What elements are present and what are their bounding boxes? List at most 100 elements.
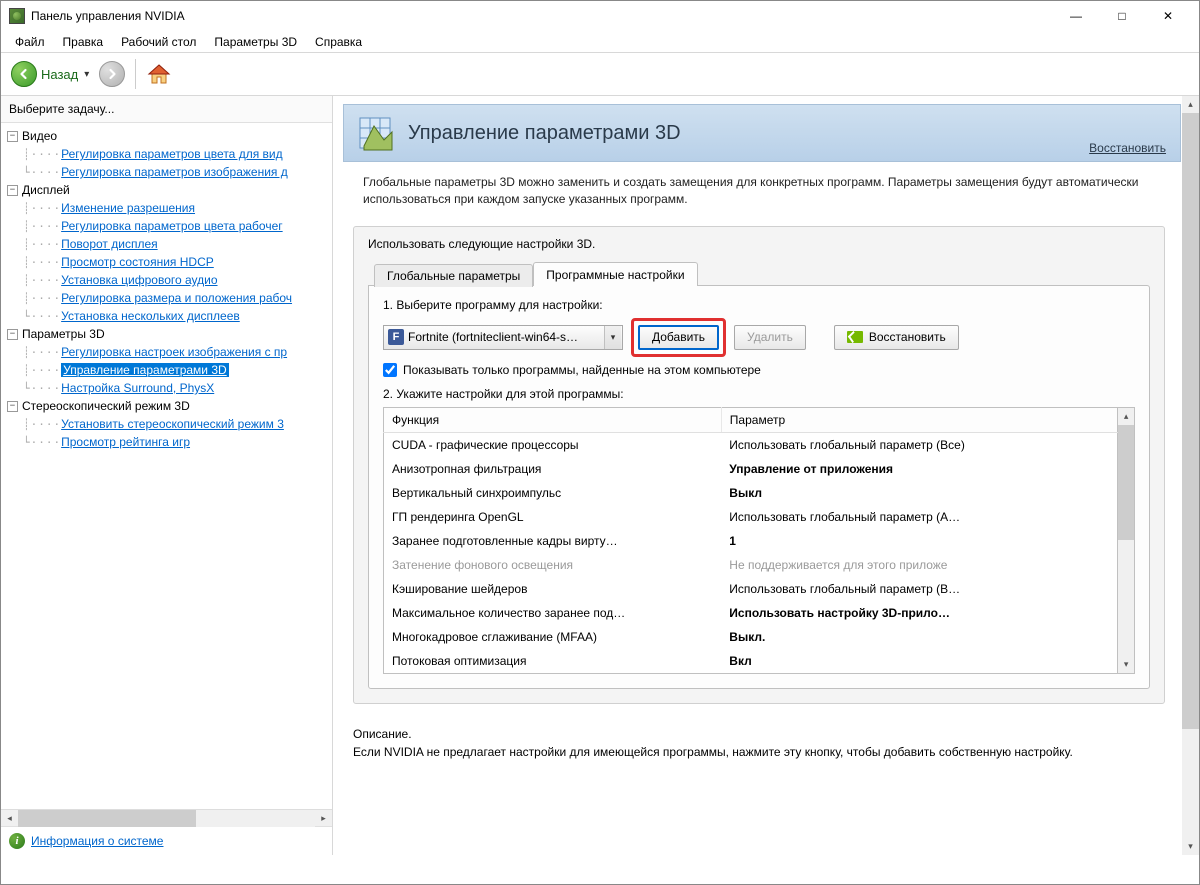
tree-toggle-icon[interactable]: −: [7, 131, 18, 142]
table-row[interactable]: Вертикальный синхроимпульсВыкл: [384, 481, 1118, 505]
scroll-left-icon[interactable]: ◂: [1, 810, 18, 827]
tree-item-sizepos[interactable]: Регулировка размера и положения рабоч: [61, 291, 292, 305]
tree-item-desktop-color[interactable]: Регулировка параметров цвета рабочег: [61, 219, 283, 233]
back-label: Назад: [41, 67, 78, 82]
menu-file[interactable]: Файл: [7, 33, 53, 51]
table-row[interactable]: CUDA - графические процессорыИспользоват…: [384, 432, 1118, 457]
scroll-up-icon[interactable]: ▴: [1182, 96, 1199, 113]
navigation-tree: −Видео ┊····Регулировка параметров цвета…: [1, 123, 332, 809]
tree-item-stereo-set[interactable]: Установить стереоскопический режим 3: [61, 417, 284, 431]
col-parameter[interactable]: Параметр: [721, 407, 1118, 432]
tree-item-image-settings[interactable]: Регулировка настроек изображения с пр: [61, 345, 287, 359]
setting-function: Вертикальный синхроимпульс: [384, 481, 722, 505]
menu-help[interactable]: Справка: [307, 33, 370, 51]
scroll-thumb[interactable]: [18, 810, 196, 827]
info-icon: i: [9, 833, 25, 849]
nvidia-app-icon: [9, 8, 25, 24]
content-header: Управление параметрами 3D Восстановить: [343, 104, 1181, 162]
tab-global[interactable]: Глобальные параметры: [374, 264, 533, 287]
table-vertical-scrollbar[interactable]: ▴ ▾: [1118, 407, 1135, 674]
setting-function: Потоковая оптимизация: [384, 649, 722, 674]
table-row[interactable]: Кэширование шейдеровИспользовать глобаль…: [384, 577, 1118, 601]
description-body: Если NVIDIA не предлагает настройки для …: [353, 744, 1165, 761]
setting-function: Заранее подготовленные кадры вирту…: [384, 529, 722, 553]
chevron-down-icon: ▾: [604, 326, 621, 349]
scroll-thumb[interactable]: [1118, 425, 1134, 541]
tree-group-video[interactable]: Видео: [22, 129, 57, 143]
right-vertical-scrollbar[interactable]: ▴ ▾: [1182, 96, 1199, 855]
menu-edit[interactable]: Правка: [55, 33, 112, 51]
system-info-link[interactable]: Информация о системе: [31, 834, 163, 848]
tree-item-multi-display[interactable]: Установка нескольких дисплеев: [61, 309, 240, 323]
tree-item-resolution[interactable]: Изменение разрешения: [61, 201, 195, 215]
page-title: Управление параметрами 3D: [408, 122, 1089, 145]
setting-parameter: Использовать глобальный параметр (Все): [721, 432, 1118, 457]
home-button[interactable]: [146, 61, 172, 87]
minimize-button[interactable]: —: [1053, 1, 1099, 31]
step1-label: 1. Выберите программу для настройки:: [383, 298, 1135, 312]
setting-parameter: Управление от приложения: [721, 457, 1118, 481]
description-section: Описание. Если NVIDIA не предлагает наст…: [333, 714, 1187, 772]
tab-program[interactable]: Программные настройки: [533, 262, 697, 286]
tree-item-video-image[interactable]: Регулировка параметров изображения д: [61, 165, 288, 179]
table-row[interactable]: Анизотропная фильтрацияУправление от при…: [384, 457, 1118, 481]
left-panel: Выберите задачу... −Видео ┊····Регулиров…: [1, 96, 333, 855]
settings-panel: Использовать следующие настройки 3D. Гло…: [353, 226, 1165, 704]
tree-item-physx[interactable]: Настройка Surround, PhysX: [61, 381, 214, 395]
tree-item-rotate[interactable]: Поворот дисплея: [61, 237, 158, 251]
tree-group-display[interactable]: Дисплей: [22, 183, 70, 197]
col-function[interactable]: Функция: [384, 407, 722, 432]
tree-group-3d[interactable]: Параметры 3D: [22, 327, 105, 341]
add-button-highlight: Добавить: [631, 318, 726, 357]
scroll-down-icon[interactable]: ▾: [1182, 838, 1199, 855]
tree-item-audio[interactable]: Установка цифрового аудио: [61, 273, 217, 287]
setting-function: Максимальное количество заранее под…: [384, 601, 722, 625]
fortnite-icon: F: [388, 329, 404, 345]
settings-panel-title: Использовать следующие настройки 3D.: [368, 237, 1150, 251]
tree-toggle-icon[interactable]: −: [7, 329, 18, 340]
setting-function: Затенение фонового освещения: [384, 553, 722, 577]
scroll-down-icon[interactable]: ▾: [1118, 656, 1134, 673]
setting-parameter: Не поддерживается для этого приложе: [721, 553, 1118, 577]
window-title: Панель управления NVIDIA: [31, 9, 185, 23]
restore-link[interactable]: Восстановить: [1089, 141, 1166, 155]
show-only-found-checkbox[interactable]: [383, 363, 397, 377]
scroll-thumb[interactable]: [1182, 113, 1199, 729]
back-dropdown-icon[interactable]: ▾: [82, 69, 91, 80]
tree-toggle-icon[interactable]: −: [7, 185, 18, 196]
back-button[interactable]: Назад ▾: [7, 59, 95, 89]
left-horizontal-scrollbar[interactable]: ◂ ▸: [1, 809, 332, 826]
program-select-value: Fortnite (fortniteclient-win64-s…: [408, 330, 604, 344]
toolbar: Назад ▾: [1, 53, 1199, 95]
scroll-right-icon[interactable]: ▸: [315, 810, 332, 827]
right-panel: Управление параметрами 3D Восстановить Г…: [333, 96, 1199, 855]
tree-item-manage-3d[interactable]: Управление параметрами 3D: [61, 363, 229, 377]
step2-label: 2. Укажите настройки для этой программы:: [383, 387, 1135, 401]
tree-group-stereo[interactable]: Стереоскопический режим 3D: [22, 399, 190, 413]
table-row[interactable]: Многокадровое сглаживание (MFAA)Выкл.: [384, 625, 1118, 649]
menu-desktop[interactable]: Рабочий стол: [113, 33, 204, 51]
table-row[interactable]: Максимальное количество заранее под…Испо…: [384, 601, 1118, 625]
forward-button[interactable]: [99, 61, 125, 87]
tree-item-hdcp[interactable]: Просмотр состояния HDCP: [61, 255, 214, 269]
restore-button[interactable]: Восстановить: [834, 325, 959, 350]
tree-toggle-icon[interactable]: −: [7, 401, 18, 412]
maximize-button[interactable]: □: [1099, 1, 1145, 31]
table-row[interactable]: Заранее подготовленные кадры вирту…1: [384, 529, 1118, 553]
setting-parameter: Использовать глобальный параметр (В…: [721, 577, 1118, 601]
description-title: Описание.: [353, 726, 1165, 743]
setting-parameter: 1: [721, 529, 1118, 553]
table-row[interactable]: ГП рендеринга OpenGLИспользовать глобаль…: [384, 505, 1118, 529]
titlebar: Панель управления NVIDIA — □ ✕: [1, 1, 1199, 31]
content-description: Глобальные параметры 3D можно заменить и…: [333, 168, 1187, 220]
table-row[interactable]: Потоковая оптимизацияВкл: [384, 649, 1118, 674]
menu-params3d[interactable]: Параметры 3D: [206, 33, 305, 51]
setting-function: ГП рендеринга OpenGL: [384, 505, 722, 529]
settings-table: Функция Параметр CUDA - графические проц…: [383, 407, 1118, 674]
scroll-up-icon[interactable]: ▴: [1118, 408, 1134, 425]
tree-item-video-color[interactable]: Регулировка параметров цвета для вид: [61, 147, 282, 161]
tree-item-game-rating[interactable]: Просмотр рейтинга игр: [61, 435, 190, 449]
add-button[interactable]: Добавить: [638, 325, 719, 350]
program-select[interactable]: F Fortnite (fortniteclient-win64-s… ▾: [383, 325, 623, 350]
close-button[interactable]: ✕: [1145, 1, 1191, 31]
